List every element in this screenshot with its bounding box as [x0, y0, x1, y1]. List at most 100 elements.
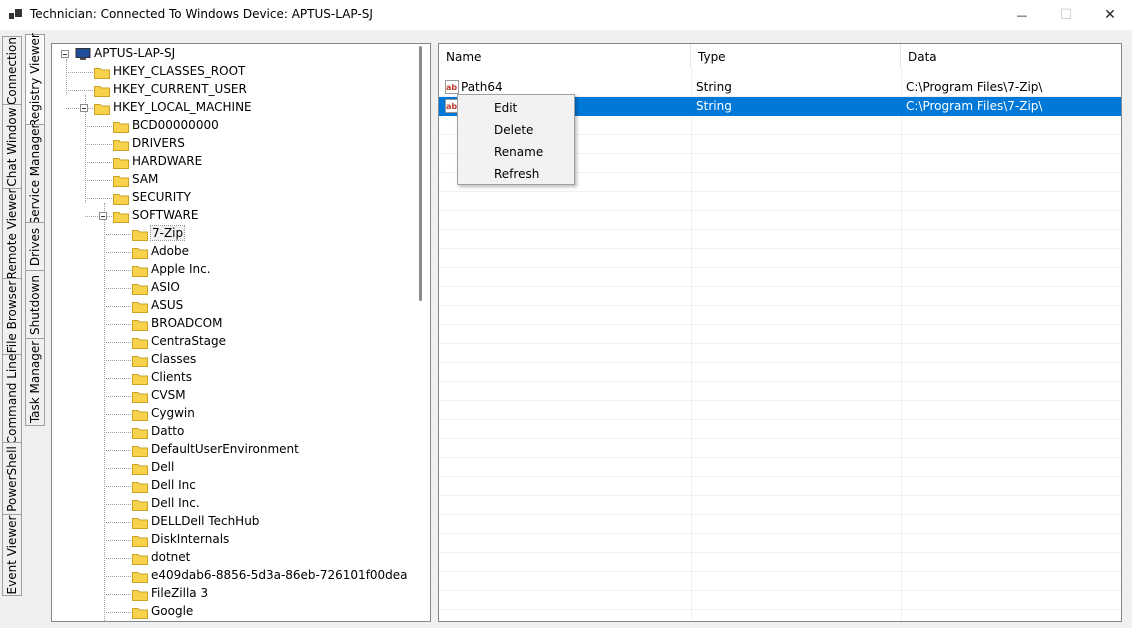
tree-node[interactable]: Dell Inc.: [52, 495, 412, 513]
tree-node[interactable]: DELLDell TechHub: [52, 513, 412, 531]
tree-node[interactable]: HARDWARE: [52, 153, 412, 171]
value-data: C:\Program Files\7-Zip\: [906, 99, 1043, 113]
tab-label: Command Line: [5, 353, 19, 445]
folder-icon: [113, 121, 129, 133]
tree-node[interactable]: Dell Inc: [52, 477, 412, 495]
tab-label: Task Manager: [28, 340, 42, 424]
tree-node-label: Dell Inc: [151, 478, 196, 492]
tree-node-label: Dell: [151, 460, 175, 474]
tree-node[interactable]: DefaultUserEnvironment: [52, 441, 412, 459]
tree-node[interactable]: FileZilla 3: [52, 585, 412, 603]
tree-node[interactable]: Dell: [52, 459, 412, 477]
tree-node[interactable]: Clients: [52, 369, 412, 387]
tab-chat-window[interactable]: Chat Window: [2, 104, 22, 190]
tab-connection[interactable]: Connection: [2, 36, 22, 106]
tree-node[interactable]: Datto: [52, 423, 412, 441]
tree-node[interactable]: HKEY_CURRENT_USER: [52, 81, 412, 99]
folder-icon: [113, 139, 129, 151]
tree-node[interactable]: Classes: [52, 351, 412, 369]
tree-node[interactable]: BROADCOM: [52, 315, 412, 333]
folder-icon: [132, 535, 148, 547]
tree-node[interactable]: e409dab6-8856-5d3a-86eb-726101f00dea: [52, 567, 412, 585]
value-type: String: [696, 80, 732, 94]
window-title: Technician: Connected To Windows Device:…: [30, 7, 373, 21]
tab-label: Registry Viewer: [28, 33, 42, 127]
tree-node-label: e409dab6-8856-5d3a-86eb-726101f00dea: [151, 568, 408, 582]
menu-item-refresh[interactable]: Refresh: [460, 163, 572, 185]
folder-icon: [132, 445, 148, 457]
column-header-data[interactable]: Data: [901, 44, 1121, 68]
empty-row: [439, 572, 1121, 591]
tree-node-label: Adobe: [151, 244, 189, 258]
column-header-type[interactable]: Type: [691, 44, 901, 68]
tree-scrollbar[interactable]: [413, 44, 430, 621]
folder-icon: [132, 283, 148, 295]
tree-node[interactable]: APTUS-LAP-SJ: [52, 45, 412, 63]
empty-row: [439, 249, 1121, 268]
close-button[interactable]: ✕: [1088, 0, 1132, 30]
empty-row: [439, 363, 1121, 382]
tab-event-viewer[interactable]: Event Viewer: [2, 514, 22, 596]
tree-node[interactable]: SOFTWARE: [52, 207, 412, 225]
tree-node[interactable]: SECURITY: [52, 189, 412, 207]
tree-node[interactable]: CentraStage: [52, 333, 412, 351]
tree-node-label: HARDWARE: [132, 154, 203, 168]
tree-node[interactable]: DRIVERS: [52, 135, 412, 153]
tree-node[interactable]: ASIO: [52, 279, 412, 297]
folder-icon: [132, 301, 148, 313]
tree-scroll-thumb[interactable]: [419, 46, 422, 301]
tab-label: Shutdown: [28, 275, 42, 335]
tree-node-label: SAM: [132, 172, 159, 186]
context-menu: Edit Delete Rename Refresh: [457, 94, 575, 185]
tree-node[interactable]: Adobe: [52, 243, 412, 261]
tab-task-manager[interactable]: Task Manager: [25, 338, 45, 426]
column-header-name[interactable]: Name: [439, 44, 691, 68]
tree-node[interactable]: CVSM: [52, 387, 412, 405]
folder-icon: [113, 175, 129, 187]
tab-file-browser[interactable]: File Browser: [2, 278, 22, 356]
tree-node[interactable]: Cygwin: [52, 405, 412, 423]
tree-node[interactable]: DiskInternals: [52, 531, 412, 549]
tree-node[interactable]: 7-Zip: [52, 225, 412, 243]
menu-item-delete[interactable]: Delete: [460, 119, 572, 141]
tree-node[interactable]: Google: [52, 603, 412, 621]
tab-shutdown[interactable]: Shutdown: [25, 270, 45, 340]
empty-row: [439, 534, 1121, 553]
tree-node-label: Google: [151, 604, 194, 618]
tree-node[interactable]: ASUS: [52, 297, 412, 315]
minimize-button[interactable]: —: [1000, 0, 1044, 30]
tree-node[interactable]: BCD00000000: [52, 117, 412, 135]
maximize-button[interactable]: ☐: [1044, 0, 1088, 30]
tree-node[interactable]: dotnet: [52, 549, 412, 567]
empty-row: [439, 230, 1121, 249]
folder-icon: [132, 337, 148, 349]
folder-icon: [94, 85, 110, 97]
tab-registry-viewer[interactable]: Registry Viewer: [25, 33, 45, 127]
registry-tree[interactable]: APTUS-LAP-SJ HKEY_CLASSES_ROOT HKEY_CURREN…: [51, 43, 431, 622]
tree-node[interactable]: HKEY_LOCAL_MACHINE: [52, 99, 412, 117]
tree-node-label: CentraStage: [151, 334, 227, 348]
folder-icon: [132, 229, 148, 241]
tab-powershell[interactable]: PowerShell: [2, 442, 22, 516]
empty-row: [439, 382, 1121, 401]
close-icon: ✕: [1104, 7, 1116, 23]
folder-icon: [132, 517, 148, 529]
empty-row: [439, 553, 1121, 572]
tree-node-label: Dell Inc.: [151, 496, 200, 510]
tab-label: Connection: [5, 37, 19, 105]
tree-node[interactable]: SAM: [52, 171, 412, 189]
tree-node-label: Cygwin: [151, 406, 195, 420]
tab-drives[interactable]: Drives: [25, 222, 45, 272]
tree-node-label: Apple Inc.: [151, 262, 211, 276]
tree-node[interactable]: Apple Inc.: [52, 261, 412, 279]
tree-node-label: BCD00000000: [132, 118, 219, 132]
tab-service-manager[interactable]: Service Manager: [25, 124, 45, 224]
tree-node-label: dotnet: [151, 550, 191, 564]
svg-text:ab: ab: [446, 83, 457, 92]
tab-remote-viewer[interactable]: Remote Viewer: [2, 188, 22, 280]
tab-command-line[interactable]: Command Line: [2, 354, 22, 444]
menu-item-edit[interactable]: Edit: [460, 97, 572, 119]
empty-row: [439, 477, 1121, 496]
menu-item-rename[interactable]: Rename: [460, 141, 572, 163]
tree-node[interactable]: HKEY_CLASSES_ROOT: [52, 63, 412, 81]
